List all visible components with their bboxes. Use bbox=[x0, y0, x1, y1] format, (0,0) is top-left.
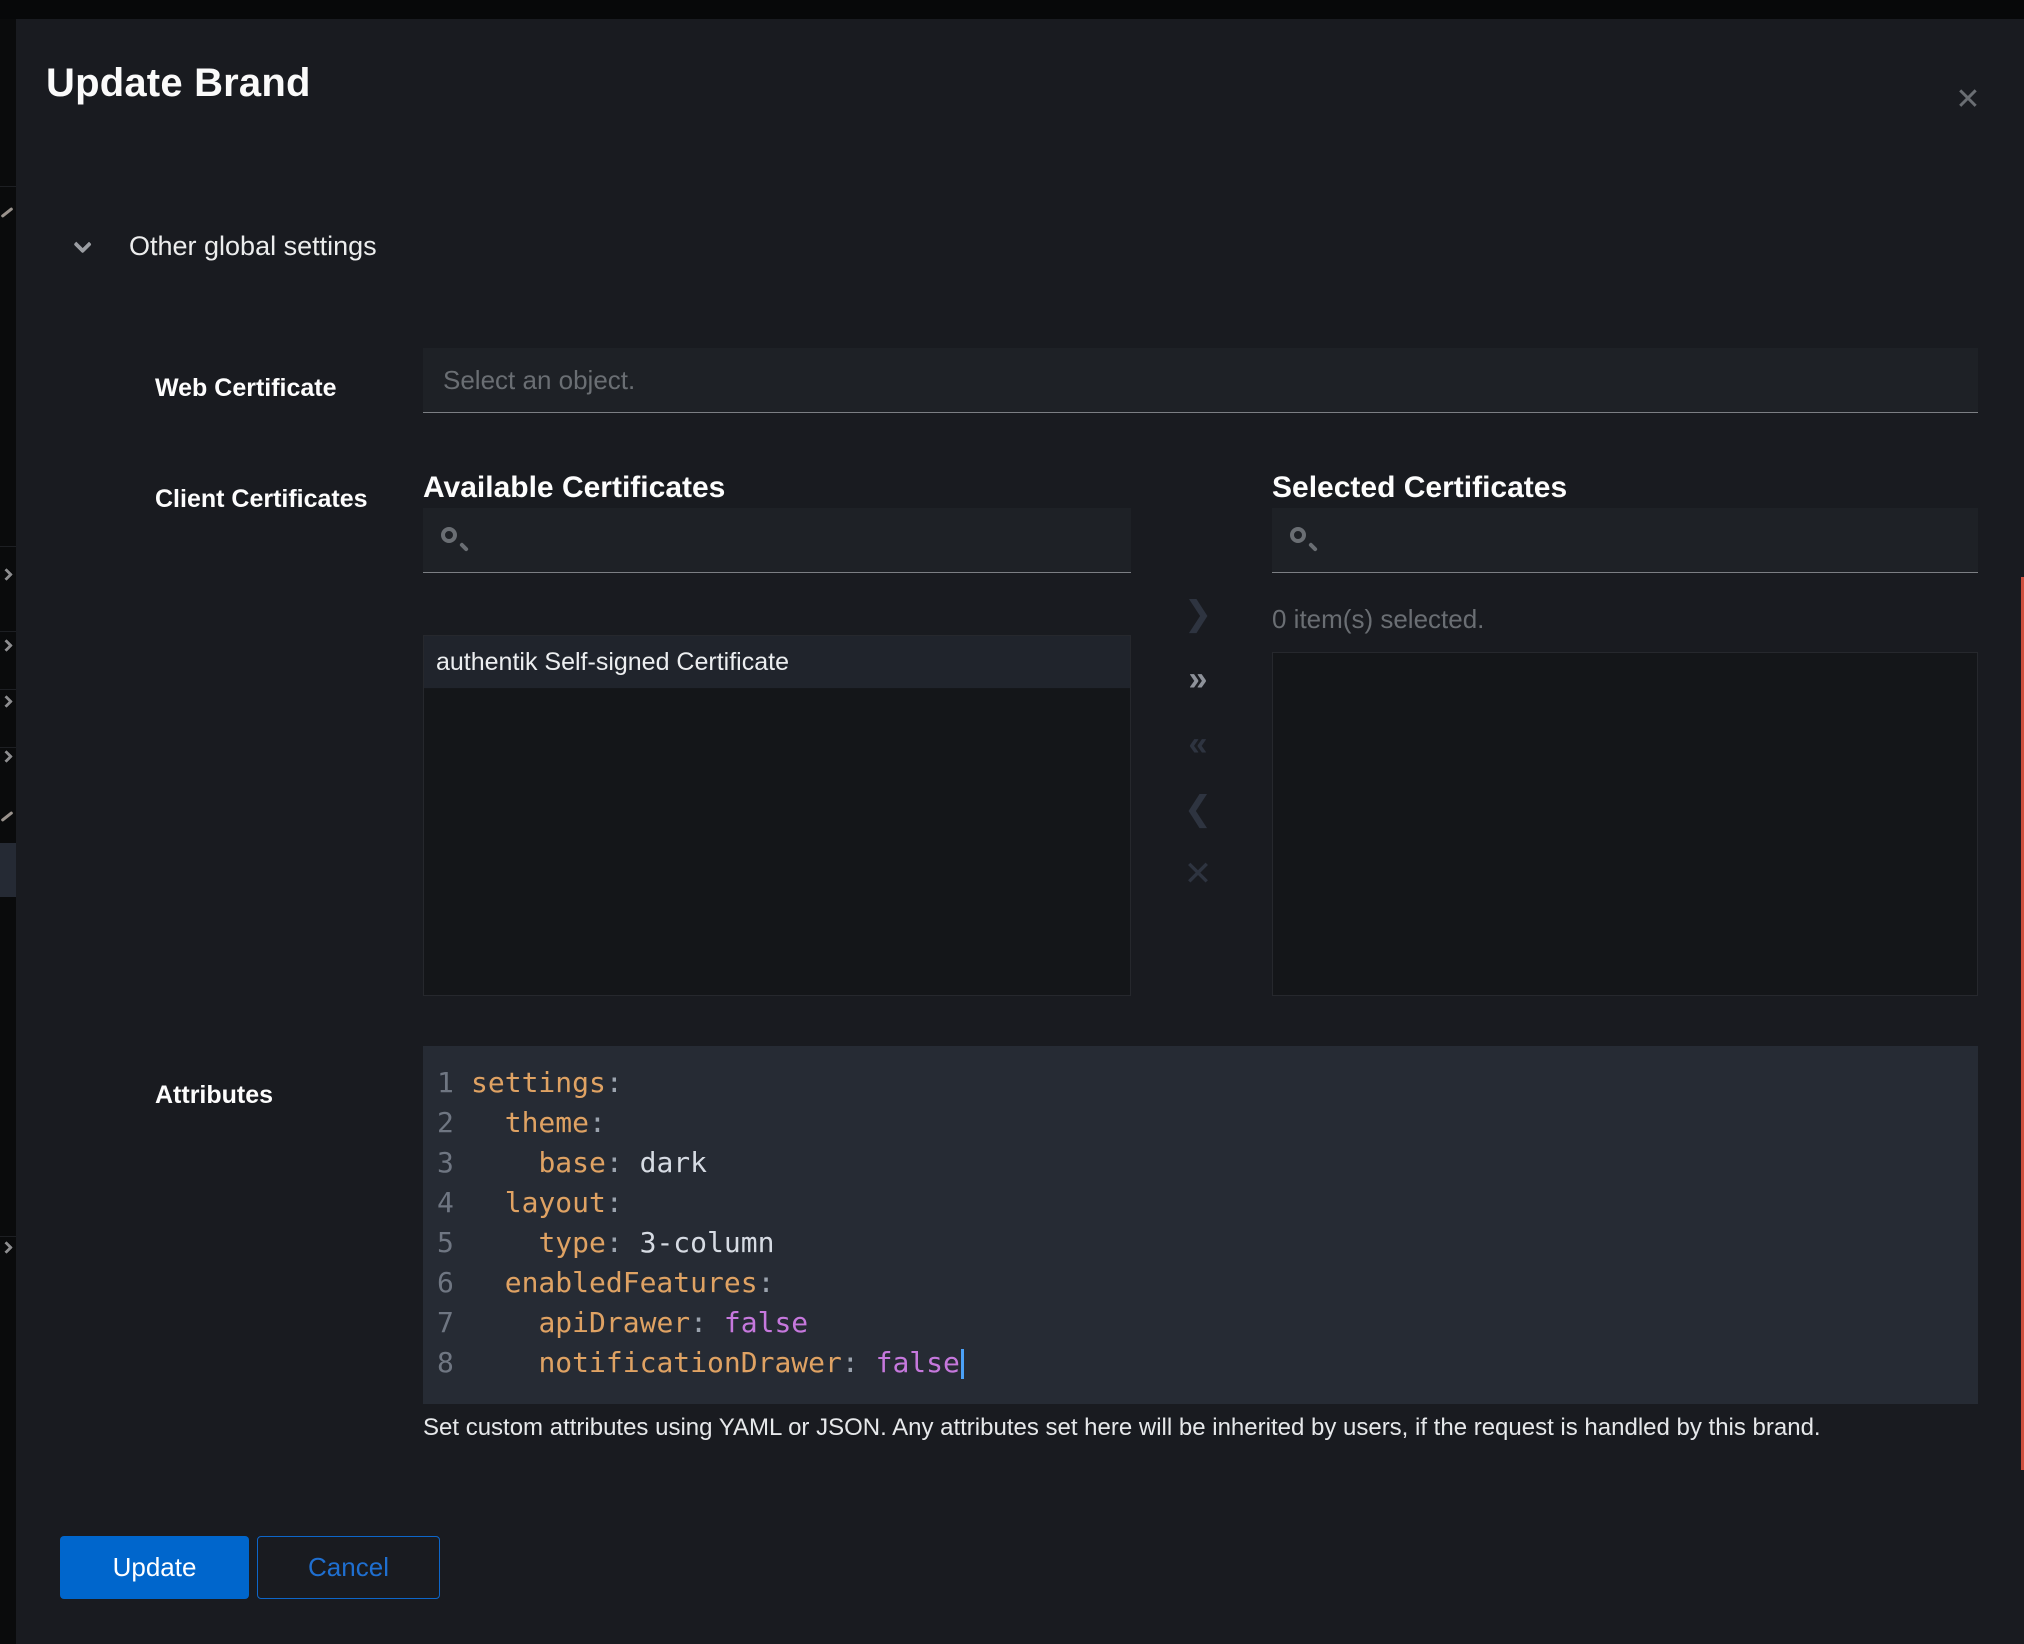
section-other-global-settings[interactable]: Other global settings bbox=[74, 231, 377, 262]
selected-certificates-heading: Selected Certificates bbox=[1272, 471, 1567, 505]
search-icon bbox=[441, 527, 467, 553]
clipped-check-icon bbox=[1, 207, 14, 218]
clipped-chevron-right-icon bbox=[0, 750, 13, 763]
line-number: 1 bbox=[423, 1063, 471, 1103]
line-number: 7 bbox=[423, 1303, 471, 1343]
cancel-button[interactable]: Cancel bbox=[257, 1536, 440, 1599]
code-text: layout: bbox=[471, 1183, 623, 1223]
clipped-chevron-right-icon bbox=[0, 695, 13, 708]
sidebar-divider bbox=[0, 186, 16, 187]
chevron-down-icon bbox=[73, 235, 91, 253]
available-certificates-list: authentik Self-signed Certificate bbox=[423, 635, 1131, 996]
search-icon bbox=[1290, 527, 1316, 553]
code-text: theme: bbox=[471, 1103, 606, 1143]
web-certificate-input[interactable] bbox=[423, 348, 1978, 413]
code-line: 3 base: dark bbox=[423, 1143, 1978, 1183]
line-number: 2 bbox=[423, 1103, 471, 1143]
selected-certificates-list bbox=[1272, 652, 1978, 996]
text-cursor bbox=[961, 1349, 964, 1379]
section-label: Other global settings bbox=[129, 231, 377, 262]
remove-chosen-button[interactable]: ✕ bbox=[1168, 841, 1228, 906]
update-brand-modal: Update Brand ✕ Other global settings Web… bbox=[16, 19, 2024, 1644]
available-certificate-item[interactable]: authentik Self-signed Certificate bbox=[424, 636, 1130, 689]
selected-search[interactable] bbox=[1272, 508, 1978, 573]
add-selected-button[interactable]: ❯ bbox=[1168, 581, 1228, 646]
sidebar-sliver bbox=[0, 19, 16, 1644]
code-line: 2 theme: bbox=[423, 1103, 1978, 1143]
line-number: 8 bbox=[423, 1343, 471, 1383]
clipped-check-icon bbox=[1, 811, 14, 822]
remove-all-button[interactable]: « bbox=[1168, 711, 1228, 776]
attributes-label: Attributes bbox=[155, 1081, 273, 1110]
code-text: apiDrawer: false bbox=[471, 1303, 808, 1343]
transfer-controls: ❯»«❮✕ bbox=[1168, 581, 1228, 906]
available-certificates-heading: Available Certificates bbox=[423, 471, 725, 505]
code-line: 8 notificationDrawer: false bbox=[423, 1343, 1978, 1383]
update-button[interactable]: Update bbox=[60, 1536, 249, 1599]
attributes-code-editor[interactable]: 1settings:2 theme:3 base: dark4 layout:5… bbox=[423, 1046, 1978, 1404]
add-all-button[interactable]: » bbox=[1168, 646, 1228, 711]
code-text: notificationDrawer: false bbox=[471, 1343, 964, 1383]
sidebar-selected-item-sliver bbox=[0, 843, 16, 897]
page-top-strip bbox=[0, 0, 2024, 19]
available-search[interactable] bbox=[423, 508, 1131, 573]
clipped-chevron-right-icon bbox=[0, 1241, 13, 1254]
code-text: type: 3-column bbox=[471, 1223, 774, 1263]
sidebar-divider bbox=[0, 689, 16, 690]
clipped-chevron-right-icon bbox=[0, 568, 13, 581]
line-number: 5 bbox=[423, 1223, 471, 1263]
clipped-chevron-right-icon bbox=[0, 639, 13, 652]
sidebar-divider bbox=[0, 631, 16, 632]
code-text: settings: bbox=[471, 1063, 623, 1103]
line-number: 6 bbox=[423, 1263, 471, 1303]
line-number: 4 bbox=[423, 1183, 471, 1223]
code-line: 5 type: 3-column bbox=[423, 1223, 1978, 1263]
modal-title: Update Brand bbox=[46, 61, 311, 106]
attributes-help-text: Set custom attributes using YAML or JSON… bbox=[423, 1414, 1983, 1442]
code-text: enabledFeatures: bbox=[471, 1263, 774, 1303]
remove-selected-button[interactable]: ❮ bbox=[1168, 776, 1228, 841]
sidebar-divider bbox=[0, 1236, 16, 1237]
client-certificates-label: Client Certificates bbox=[155, 485, 368, 514]
code-line: 7 apiDrawer: false bbox=[423, 1303, 1978, 1343]
code-line: 4 layout: bbox=[423, 1183, 1978, 1223]
sidebar-divider bbox=[0, 546, 16, 547]
sidebar-divider bbox=[0, 747, 16, 748]
code-line: 1settings: bbox=[423, 1063, 1978, 1103]
screen: Update Brand ✕ Other global settings Web… bbox=[0, 0, 2024, 1644]
close-icon[interactable]: ✕ bbox=[1946, 77, 1990, 121]
code-text: base: dark bbox=[471, 1143, 707, 1183]
line-number: 3 bbox=[423, 1143, 471, 1183]
selected-count-status: 0 item(s) selected. bbox=[1272, 604, 1484, 635]
web-certificate-label: Web Certificate bbox=[155, 374, 337, 403]
code-line: 6 enabledFeatures: bbox=[423, 1263, 1978, 1303]
